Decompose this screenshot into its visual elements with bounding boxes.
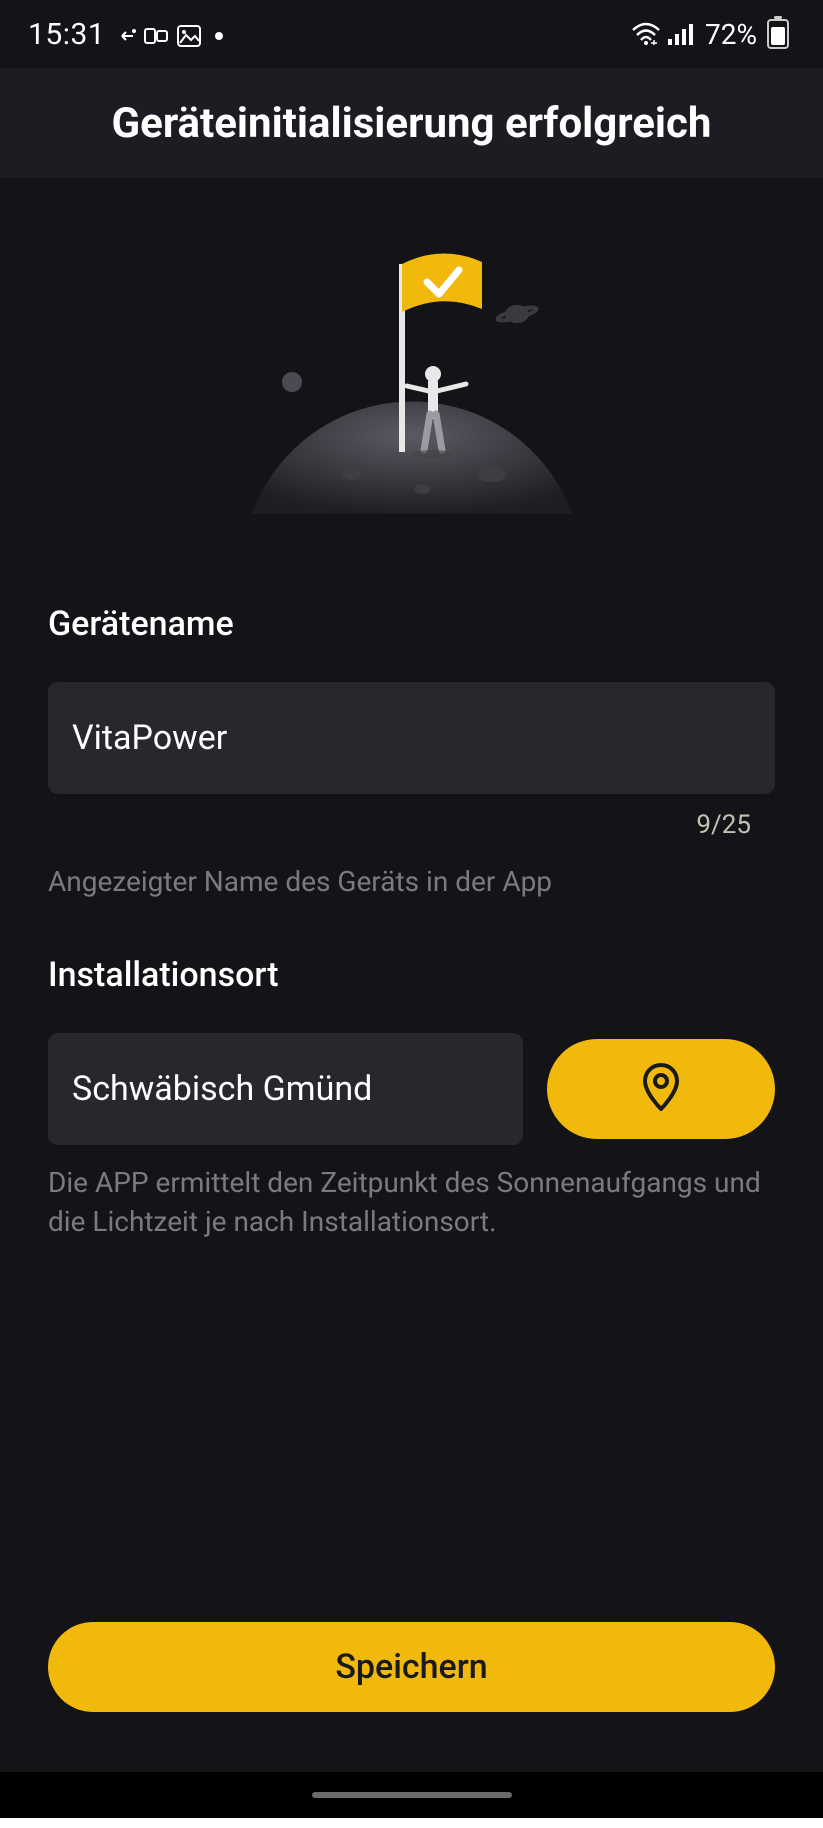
dot-icon — [215, 32, 223, 40]
white-strip — [0, 1818, 823, 1828]
battery-percent: 72% — [701, 18, 757, 51]
device-name-input-box[interactable] — [48, 682, 775, 794]
location-input-box[interactable] — [48, 1033, 523, 1145]
home-indicator-bar[interactable] — [312, 1792, 512, 1798]
location-pin-icon — [641, 1063, 681, 1115]
device-name-input[interactable] — [72, 718, 751, 758]
location-label: Installationsort — [48, 955, 775, 995]
arrow-left-icon — [119, 27, 137, 45]
teams-icon — [143, 25, 171, 47]
page-title: Geräteinitialisierung erfolgreich — [112, 99, 712, 148]
app-header: Geräteinitialisierung erfolgreich — [0, 68, 823, 178]
device-name-helper: Angezeigter Name des Geräts in der App — [48, 862, 775, 901]
device-name-counter: 9/25 — [48, 810, 775, 840]
location-input[interactable] — [72, 1069, 499, 1109]
wifi-icon — [631, 22, 661, 46]
status-time: 15:31 — [28, 17, 105, 52]
home-indicator-area — [0, 1772, 823, 1818]
save-button[interactable]: Speichern — [48, 1622, 775, 1712]
locate-button[interactable] — [547, 1039, 775, 1139]
save-button-label: Speichern — [335, 1647, 487, 1687]
status-bar: 15:31 — [0, 0, 823, 68]
success-illustration — [48, 214, 775, 514]
device-name-label: Gerätename — [48, 604, 775, 644]
signal-icon — [667, 23, 693, 45]
image-icon — [177, 25, 201, 47]
location-helper: Die APP ermittelt den Zeitpunkt des Sonn… — [48, 1163, 775, 1241]
battery-icon — [767, 19, 789, 49]
